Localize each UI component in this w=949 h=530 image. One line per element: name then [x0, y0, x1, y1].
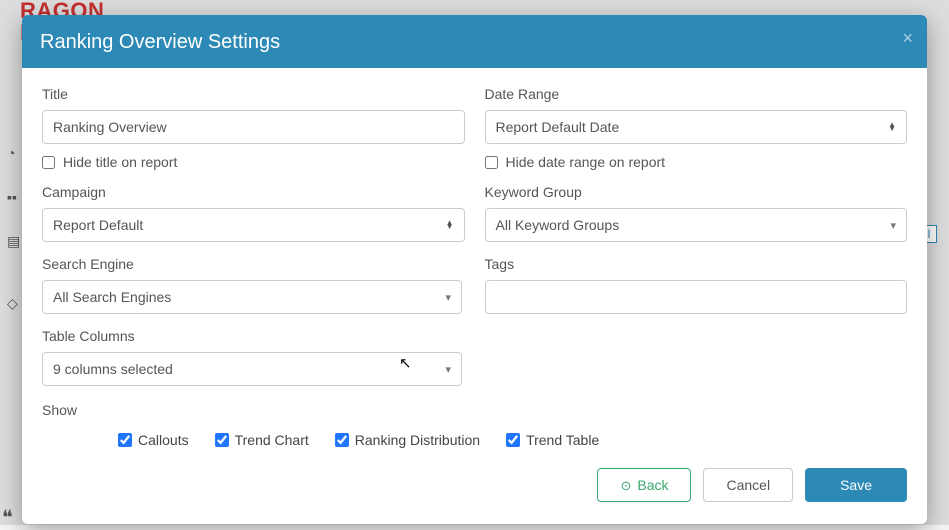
callouts-label: Callouts: [138, 432, 189, 448]
campaign-select[interactable]: Report Default ▲▼: [42, 208, 465, 242]
show-ranking-distribution-option[interactable]: Ranking Distribution: [335, 432, 480, 448]
trend-table-label: Trend Table: [526, 432, 599, 448]
table-columns-label: Table Columns: [42, 328, 465, 344]
title-label: Title: [42, 86, 465, 102]
tags-input[interactable]: [485, 280, 908, 314]
sort-icon: ▲▼: [446, 221, 454, 230]
modal-footer: ⊙ Back Cancel Save: [22, 458, 927, 524]
show-trend-table-option[interactable]: Trend Table: [506, 432, 599, 448]
modal-header: Ranking Overview Settings ×: [22, 15, 927, 68]
date-range-label: Date Range: [485, 86, 908, 102]
trend-table-checkbox[interactable]: [506, 433, 520, 447]
cancel-button-label: Cancel: [726, 477, 770, 493]
quote-icon: ❝: [2, 505, 13, 530]
date-range-value: Report Default Date: [496, 119, 620, 135]
back-arrow-icon: ⊙: [620, 479, 631, 492]
ranking-distribution-checkbox[interactable]: [335, 433, 349, 447]
campaign-value: Report Default: [53, 217, 143, 233]
keyword-group-value: All Keyword Groups: [496, 217, 620, 233]
search-engine-select[interactable]: All Search Engines ▾: [42, 280, 462, 314]
hide-date-checkbox[interactable]: [485, 156, 498, 169]
campaign-label: Campaign: [42, 184, 465, 200]
back-button-label: Back: [637, 477, 668, 493]
caret-down-icon: ▾: [445, 363, 451, 376]
settings-modal: Ranking Overview Settings × Title Hide t…: [22, 15, 927, 524]
modal-body: Title Hide title on report Date Range Re…: [22, 68, 927, 458]
table-columns-value: 9 columns selected: [53, 361, 173, 377]
search-engine-value: All Search Engines: [53, 289, 171, 305]
date-range-select[interactable]: Report Default Date ▲▼: [485, 110, 908, 144]
keyword-group-select[interactable]: All Keyword Groups ▾: [485, 208, 908, 242]
save-button[interactable]: Save: [805, 468, 907, 502]
back-button[interactable]: ⊙ Back: [597, 468, 691, 502]
callouts-checkbox[interactable]: [118, 433, 132, 447]
tags-label: Tags: [485, 256, 908, 272]
show-callouts-option[interactable]: Callouts: [118, 432, 189, 448]
close-icon: ×: [902, 28, 913, 48]
hide-title-label: Hide title on report: [63, 154, 177, 170]
sidebar-icons: ◔ ▪▪ ▤ ◇: [2, 145, 20, 339]
show-options-row: Callouts Trend Chart Ranking Distributio…: [42, 432, 907, 448]
caret-down-icon: ▾: [445, 291, 451, 304]
hide-title-checkbox[interactable]: [42, 156, 55, 169]
save-button-label: Save: [840, 477, 872, 493]
hide-date-label: Hide date range on report: [506, 154, 666, 170]
ranking-distribution-label: Ranking Distribution: [355, 432, 480, 448]
trend-chart-checkbox[interactable]: [215, 433, 229, 447]
sort-icon: ▲▼: [888, 123, 896, 132]
modal-title: Ranking Overview Settings: [40, 31, 909, 54]
show-trend-chart-option[interactable]: Trend Chart: [215, 432, 309, 448]
show-label: Show: [42, 402, 907, 418]
close-button[interactable]: ×: [902, 29, 913, 47]
keyword-group-label: Keyword Group: [485, 184, 908, 200]
cancel-button[interactable]: Cancel: [703, 468, 793, 502]
caret-down-icon: ▾: [890, 219, 896, 232]
search-engine-label: Search Engine: [42, 256, 465, 272]
title-input[interactable]: [42, 110, 465, 144]
trend-chart-label: Trend Chart: [235, 432, 309, 448]
table-columns-select[interactable]: 9 columns selected ▾: [42, 352, 462, 386]
